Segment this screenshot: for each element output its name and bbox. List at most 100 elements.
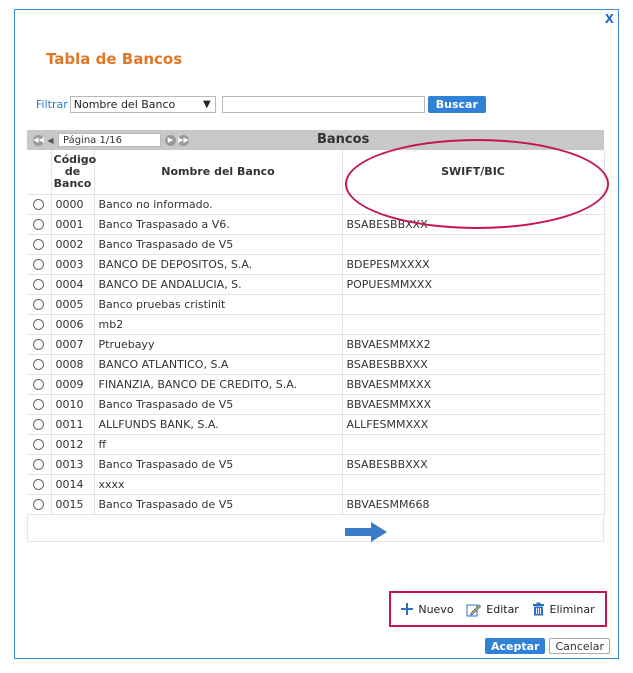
bank-name-cell: BANCO ATLANTICO, S.A (94, 354, 343, 375)
row-select-cell (27, 494, 52, 515)
name-column-header[interactable]: Nombre del Banco (94, 150, 343, 195)
row-radio[interactable] (33, 499, 45, 510)
filter-field-select[interactable]: Nombre del Banco ▼ (69, 96, 216, 113)
swift-cell (342, 314, 605, 335)
grid-caption: Bancos (317, 132, 370, 147)
table-row[interactable]: 0003 BANCO DE DEPOSITOS, S.A. BDEPESMXXXX (27, 254, 605, 275)
bank-code-cell: 0007 (51, 334, 95, 355)
bank-code-cell: 0005 (51, 294, 95, 315)
row-select-cell (27, 434, 52, 455)
accept-button[interactable]: Aceptar (484, 638, 546, 654)
bank-name-cell: ff (94, 434, 343, 455)
row-radio[interactable] (33, 279, 45, 290)
new-button[interactable]: Nuevo (401, 603, 454, 616)
table-row[interactable]: 0007 Ptruebayy BBVAESMMXX2 (27, 334, 605, 355)
swift-cell: BDEPESMXXXX (342, 254, 605, 275)
row-select-cell (27, 454, 52, 475)
table-row[interactable]: 0010 Banco Traspasado de V5 BBVAESMMXXX (27, 394, 605, 415)
delete-button[interactable]: Eliminar (532, 602, 595, 616)
table-row[interactable]: 0006 mb2 (27, 314, 605, 335)
cancel-button[interactable]: Cancelar (549, 638, 610, 654)
row-select-cell (27, 474, 52, 495)
search-button[interactable]: Buscar (427, 96, 486, 113)
pager: ◀◀ ◀ Página 1/16 ▶ ▶▶ (33, 133, 191, 147)
bank-code-cell: 0002 (51, 234, 95, 255)
row-radio[interactable] (33, 399, 45, 410)
code-column-header[interactable]: Código de Banco (51, 150, 96, 195)
table-row[interactable]: 0005 Banco pruebas cristinit (27, 294, 605, 315)
table-row[interactable]: 0013 Banco Traspasado de V5 BSABESBBXXX (27, 454, 605, 475)
bank-code-cell: 0009 (51, 374, 95, 395)
row-radio[interactable] (33, 359, 45, 370)
row-radio[interactable] (33, 219, 45, 230)
plus-icon (401, 603, 414, 615)
bank-name-cell: mb2 (94, 314, 343, 335)
bank-code-cell: 0004 (51, 274, 95, 295)
row-radio[interactable] (33, 459, 45, 470)
row-select-cell (27, 194, 52, 215)
row-radio[interactable] (33, 339, 45, 350)
bank-code-cell: 0000 (51, 194, 95, 215)
swift-cell (342, 474, 605, 495)
row-select-cell (27, 274, 52, 295)
bank-code-cell: 0006 (51, 314, 95, 335)
next-page-icon[interactable]: ▶ (165, 134, 176, 146)
bank-name-cell: Banco Traspasado a V6. (94, 214, 343, 235)
dialog-title: Tabla de Bancos (46, 50, 183, 68)
row-select-cell (27, 234, 52, 255)
bank-name-cell: Ptruebayy (94, 334, 343, 355)
table-row[interactable]: 0015 Banco Traspasado de V5 BBVAESMM668 (27, 494, 605, 515)
chevron-down-icon: ▼ (203, 99, 211, 110)
edit-label: Editar (486, 602, 519, 616)
row-select-cell (27, 334, 52, 355)
bank-code-cell: 0003 (51, 254, 95, 275)
close-icon[interactable]: X (605, 12, 614, 26)
table-row[interactable]: 0014 xxxx (27, 474, 605, 495)
swift-cell: POPUESMMXXX (342, 274, 605, 295)
delete-label: Eliminar (549, 602, 595, 616)
actions-bar: Nuevo Editar Eliminar (389, 591, 607, 627)
swift-cell: BBVAESMMXX2 (342, 334, 605, 355)
row-radio[interactable] (33, 259, 45, 270)
page-indicator[interactable]: Página 1/16 (58, 133, 161, 147)
row-radio[interactable] (33, 239, 45, 250)
row-radio[interactable] (33, 479, 45, 490)
table-row[interactable]: 0004 BANCO DE ANDALUCIA, S. POPUESMMXXX (27, 274, 605, 295)
search-input[interactable] (221, 96, 425, 113)
row-select-cell (27, 374, 52, 395)
dialog-footer: Aceptar Cancelar (484, 638, 610, 654)
row-radio[interactable] (33, 439, 45, 450)
edit-button[interactable]: Editar (466, 602, 519, 617)
row-radio[interactable] (33, 199, 45, 210)
table-row[interactable]: 0012 ff (27, 434, 605, 455)
bank-code-cell: 0001 (51, 214, 95, 235)
row-radio[interactable] (33, 419, 45, 430)
table-row[interactable]: 0008 BANCO ATLANTICO, S.A BSABESBBXXX (27, 354, 605, 375)
swift-cell: BBVAESMMXXX (342, 394, 605, 415)
row-select-cell (27, 294, 52, 315)
bank-table-dialog: X Tabla de Bancos Filtrar Nombre del Ban… (14, 9, 619, 659)
select-column-header (27, 150, 52, 195)
bank-code-cell: 0010 (51, 394, 95, 415)
prev-page-icon[interactable]: ◀ (46, 135, 55, 146)
bank-code-cell: 0013 (51, 454, 95, 475)
bank-name-cell: Banco Traspasado de V5 (94, 454, 343, 475)
table-row[interactable]: 0009 FINANZIA, BANCO DE CREDITO, S.A. BBVA… (27, 374, 605, 395)
table-row[interactable]: 0011 ALLFUNDS BANK, S.A. ALLFESMMXXX (27, 414, 605, 435)
table-row[interactable]: 0002 Banco Traspasado de V5 (27, 234, 605, 255)
pencil-icon (466, 602, 482, 617)
bank-name-cell: Banco no informado. (94, 194, 343, 215)
swift-cell (342, 434, 605, 455)
row-select-cell (27, 414, 52, 435)
last-page-icon[interactable]: ▶▶ (178, 134, 189, 146)
row-radio[interactable] (33, 299, 45, 310)
swift-cell: BBVAESMM668 (342, 494, 605, 515)
filter-label: Filtrar (36, 98, 68, 111)
row-radio[interactable] (33, 379, 45, 390)
bank-name-cell: FINANZIA, BANCO DE CREDITO, S.A. (94, 374, 343, 395)
bank-name-cell: Banco Traspasado de V5 (94, 234, 343, 255)
bank-name-cell: BANCO DE ANDALUCIA, S. (94, 274, 343, 295)
first-page-icon[interactable]: ◀◀ (33, 134, 44, 146)
swift-cell (342, 234, 605, 255)
row-radio[interactable] (33, 319, 45, 330)
